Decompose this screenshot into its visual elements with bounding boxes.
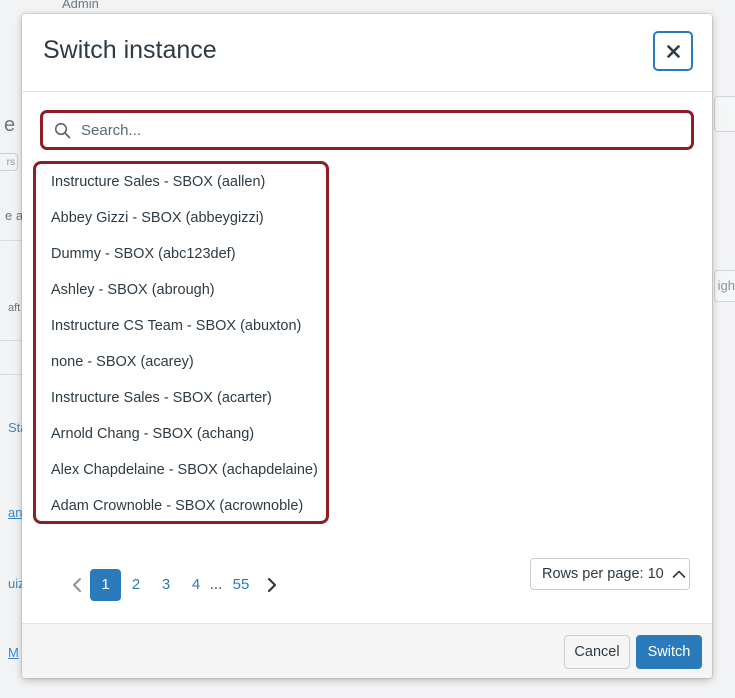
bg-link-fragment: an: [8, 505, 23, 520]
instance-item[interactable]: Instructure CS Team - SBOX (abuxton): [51, 318, 301, 334]
instance-item[interactable]: Dummy - SBOX (abc123def): [51, 246, 236, 262]
switch-button[interactable]: Switch: [636, 635, 702, 669]
search-icon: [54, 122, 71, 139]
modal-header: Switch instance: [22, 14, 712, 92]
instance-item[interactable]: Instructure Sales - SBOX (acarter): [51, 390, 272, 406]
instance-item[interactable]: Arnold Chang - SBOX (achang): [51, 426, 254, 442]
close-icon: [666, 44, 680, 58]
instance-item[interactable]: Instructure Sales - SBOX (aallen): [51, 174, 265, 190]
instance-item[interactable]: Abbey Gizzi - SBOX (abbeygizzi): [51, 210, 264, 226]
bg-fragment: aft: [8, 302, 21, 314]
page-button-1[interactable]: 1: [90, 569, 121, 601]
chevron-right-icon[interactable]: [264, 569, 280, 601]
instance-item[interactable]: Adam Crownoble - SBOX (acrownoble): [51, 498, 303, 514]
bg-link-fragment: M: [8, 645, 19, 660]
bg-divider: [0, 340, 22, 341]
rows-per-page-select[interactable]: Rows per page: 10: [530, 558, 690, 590]
search-field: [40, 110, 694, 150]
rows-per-page-label: Rows per page: 10: [542, 566, 664, 582]
instance-item[interactable]: none - SBOX (acarey): [51, 354, 194, 370]
chevron-left-icon[interactable]: [68, 569, 86, 601]
bg-right-control: igh: [714, 270, 735, 302]
page-button-2[interactable]: 2: [126, 569, 146, 601]
bg-right-control: [714, 96, 735, 132]
switch-instance-modal: Switch instance Instructure Sales - SBOX…: [22, 14, 712, 678]
pagination-ellipsis: ...: [209, 576, 223, 593]
page-button-last[interactable]: 55: [229, 569, 253, 601]
chevron-up-icon: [672, 569, 686, 579]
bg-fragment: e: [4, 114, 16, 136]
instance-item[interactable]: Alex Chapdelaine - SBOX (achapdelaine): [51, 462, 318, 478]
modal-title: Switch instance: [43, 36, 217, 64]
bg-admin-fragment: Admin: [62, 0, 99, 11]
bg-divider: [0, 374, 22, 375]
bg-fragment: e a: [5, 208, 24, 223]
bg-badge: rs: [0, 153, 18, 171]
bg-right-fragment: igh: [717, 278, 735, 293]
close-button[interactable]: [653, 31, 693, 71]
modal-footer: Cancel Switch: [22, 623, 712, 678]
instance-item[interactable]: Ashley - SBOX (abrough): [51, 282, 215, 298]
page-button-4[interactable]: 4: [186, 569, 206, 601]
bg-divider: [0, 240, 22, 241]
cancel-button[interactable]: Cancel: [564, 635, 630, 669]
instance-list: Instructure Sales - SBOX (aallen) Abbey …: [33, 161, 329, 524]
search-input[interactable]: [79, 120, 643, 140]
page-button-3[interactable]: 3: [156, 569, 176, 601]
